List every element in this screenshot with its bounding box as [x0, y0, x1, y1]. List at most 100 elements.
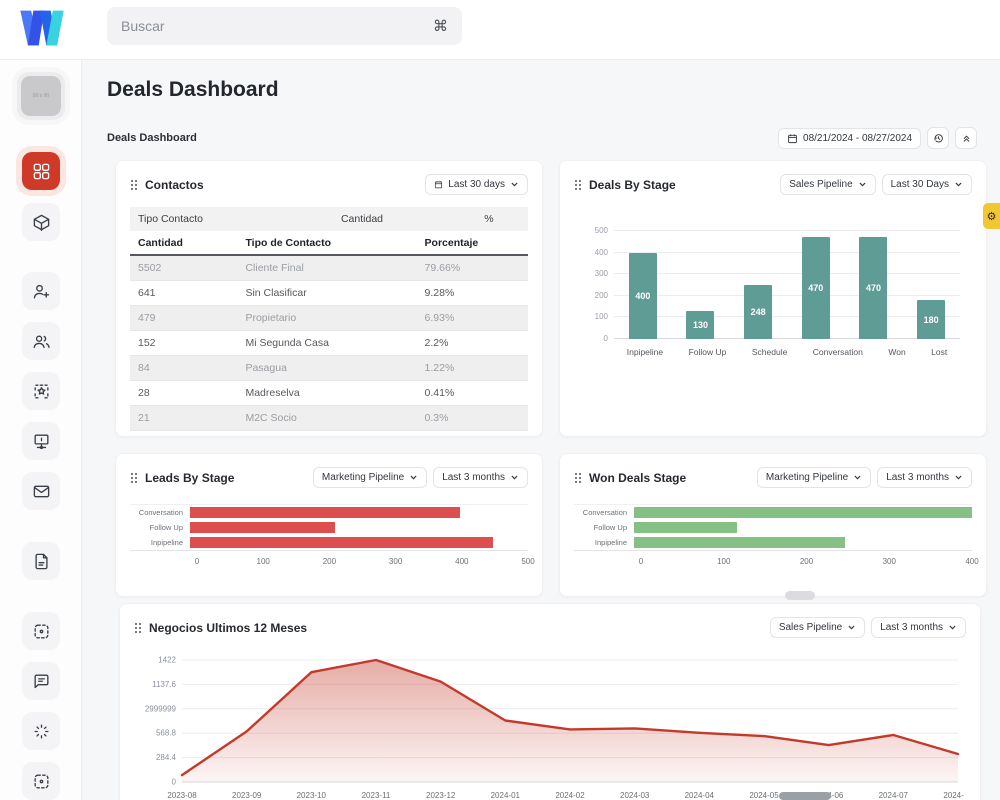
chevron-down-icon: [510, 473, 519, 482]
sidebar-item-dotted-frame-12[interactable]: [22, 762, 60, 800]
svg-text:1422: 1422: [158, 656, 176, 665]
table-cell: 84: [130, 362, 237, 374]
bar-follow-up[interactable]: [190, 522, 335, 533]
screen-share-icon: [32, 432, 51, 451]
table-cell: M2C Socio: [237, 412, 416, 424]
x-tick-label: 100: [717, 557, 730, 566]
bar-inpipeline[interactable]: [190, 537, 493, 548]
card-title: Deals By Stage: [589, 178, 676, 192]
dashboard-grid-icon: [32, 162, 51, 181]
date-range-button[interactable]: 08/21/2024 - 08/27/2024: [778, 128, 921, 149]
top-bar: ⌘: [0, 0, 1000, 60]
chevron-down-icon: [853, 473, 862, 482]
period-select[interactable]: Last 3 months: [871, 617, 966, 638]
svg-text:568.8: 568.8: [156, 729, 177, 738]
table-row: 152Mi Segunda Casa2.2%: [130, 331, 528, 356]
category-label: Conversation: [574, 508, 634, 517]
bar-value-label: 248: [744, 285, 772, 339]
area-chart-svg: 0284.4568.829999991137.614222023-082023-…: [134, 648, 964, 800]
sidebar-item-dotted-frame-9[interactable]: [22, 612, 60, 650]
drag-handle-icon[interactable]: [134, 622, 142, 634]
sidebar-item-users-4[interactable]: [22, 322, 60, 360]
sidebar-item-chat-bubble-10[interactable]: [22, 662, 60, 700]
search-input[interactable]: [121, 18, 423, 34]
svg-text:2023-12: 2023-12: [426, 791, 456, 800]
sidebar: 90 x 90: [0, 60, 82, 800]
sidebar-item-mail-7[interactable]: [22, 472, 60, 510]
outer-header-cell: %: [476, 213, 528, 225]
x-tick-label: Inpipeline: [627, 347, 663, 357]
bar-conversation[interactable]: 470: [802, 237, 830, 339]
drag-handle-icon[interactable]: [130, 179, 138, 191]
table-cell: 1.22%: [417, 362, 528, 374]
pipeline-select[interactable]: Marketing Pipeline: [313, 467, 427, 488]
period-select[interactable]: Last 3 months: [877, 467, 972, 488]
svg-text:2024-05: 2024-05: [749, 791, 779, 800]
column-header-cell: Cantidad: [130, 237, 237, 249]
cube-icon: [32, 213, 51, 232]
sidebar-item-star-badge-5[interactable]: [22, 372, 60, 410]
table-row: 641Sin Clasificar9.28%: [130, 281, 528, 306]
chevron-down-icon: [954, 180, 963, 189]
drag-handle-icon[interactable]: [130, 472, 138, 484]
bar-value-label: 470: [802, 237, 830, 339]
avatar-placeholder: 90 x 90: [21, 76, 61, 116]
command-key-icon: ⌘: [433, 17, 448, 35]
collapse-button[interactable]: [955, 127, 977, 149]
page-title: Deals Dashboard: [107, 78, 279, 102]
bar-won[interactable]: 470: [859, 237, 887, 339]
sidebar-item-user-plus-3[interactable]: [22, 272, 60, 310]
refresh-history-button[interactable]: [927, 127, 949, 149]
bar-inpipeline[interactable]: [634, 537, 845, 548]
sidebar-item-cube-2[interactable]: [22, 203, 60, 241]
chevron-down-icon: [510, 180, 519, 189]
user-plus-icon: [32, 282, 51, 301]
pipeline-select[interactable]: Marketing Pipeline: [757, 467, 871, 488]
bar-conversation[interactable]: [634, 507, 972, 518]
x-tick-label: 400: [965, 557, 978, 566]
period-select[interactable]: Last 3 months: [433, 467, 528, 488]
period-select[interactable]: Last 30 days: [425, 174, 528, 195]
svg-text:2024-04: 2024-04: [685, 791, 715, 800]
bar-value-label: 180: [917, 300, 945, 339]
table-cell: Mi Segunda Casa: [237, 337, 416, 349]
bar-inpipeline[interactable]: 400: [629, 253, 657, 339]
table-cell: 152: [130, 337, 237, 349]
pipeline-select[interactable]: Sales Pipeline: [770, 617, 865, 638]
drag-handle-icon[interactable]: [574, 472, 582, 484]
x-tick-label: Follow Up: [689, 347, 727, 357]
svg-text:2023-11: 2023-11: [362, 791, 391, 800]
negocios-area-chart: 0284.4568.829999991137.614222023-082023-…: [134, 648, 966, 800]
bar-conversation[interactable]: [190, 507, 460, 518]
x-tick-label: 200: [323, 557, 336, 566]
period-select[interactable]: Last 30 Days: [882, 174, 972, 195]
table-cell: 9.28%: [417, 287, 528, 299]
table-cell: 479: [130, 312, 237, 324]
bar-schedule[interactable]: 248: [744, 285, 772, 339]
category-label: Conversation: [130, 508, 190, 517]
file-document-icon: [32, 552, 51, 571]
deals-by-stage-chart: 4001302484704701800100200300400500Inpipe…: [574, 221, 972, 373]
app-logo-icon[interactable]: [16, 6, 68, 50]
table-cell: 2.2%: [417, 337, 528, 349]
sidebar-item-sparkles-11[interactable]: [22, 712, 60, 750]
bar-follow-up[interactable]: 130: [686, 311, 714, 339]
settings-flyout-button[interactable]: ⚙: [983, 203, 1000, 229]
sidebar-item-file-document-8[interactable]: [22, 542, 60, 580]
sidebar-item-dashboard-grid-1[interactable]: [22, 152, 60, 190]
card-deals-by-stage: Deals By Stage Sales Pipeline Last 30 Da…: [559, 160, 987, 437]
scrollbar-thumb[interactable]: [785, 591, 815, 600]
drag-handle-icon[interactable]: [574, 179, 582, 191]
table-outer-header: Tipo ContactoCantidad%: [130, 207, 528, 231]
bar-follow-up[interactable]: [634, 522, 737, 533]
bar-lost[interactable]: 180: [917, 300, 945, 339]
scrollbar-thumb[interactable]: [779, 792, 831, 800]
gear-icon: ⚙: [987, 210, 997, 223]
search-bar[interactable]: ⌘: [107, 7, 462, 45]
sidebar-item-screen-share-6[interactable]: [22, 422, 60, 460]
workspace-avatar[interactable]: 90 x 90: [17, 72, 65, 120]
category-label: Inpipeline: [574, 538, 634, 547]
table-cell: 641: [130, 287, 237, 299]
table-cell: Madreselva: [237, 387, 416, 399]
pipeline-select[interactable]: Sales Pipeline: [780, 174, 875, 195]
